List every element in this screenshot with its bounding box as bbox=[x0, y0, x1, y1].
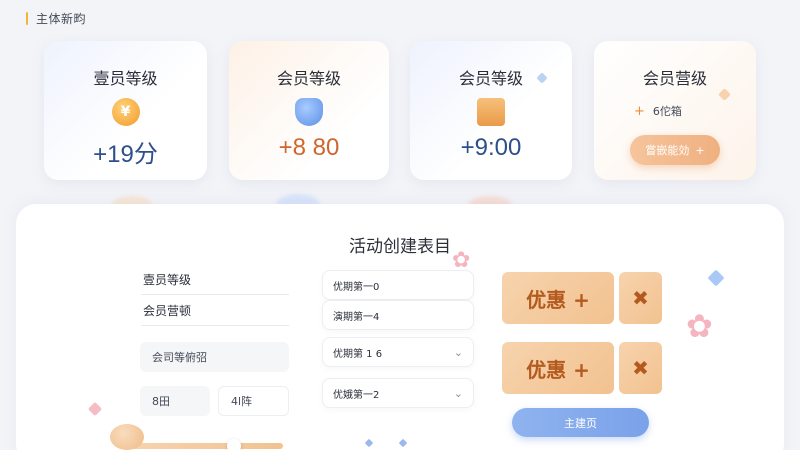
gift-icon bbox=[477, 98, 505, 126]
card-line-text: 6佗箱 bbox=[652, 105, 682, 118]
header-accent-bar bbox=[26, 11, 28, 25]
dropdown-value: 演期第一4 bbox=[333, 311, 380, 323]
chevron-down-icon: ⌄ bbox=[453, 386, 463, 400]
promo-button-label: 嘗嵌能効 bbox=[645, 144, 690, 157]
period-dropdown[interactable]: 优期第 1 6 ⌄ bbox=[322, 337, 474, 367]
shield-icon bbox=[295, 98, 323, 126]
range-slider[interactable] bbox=[128, 439, 283, 450]
card-title: 会员等级 bbox=[276, 69, 341, 88]
coin-icon: ¥ bbox=[111, 98, 140, 126]
coupon-label: 优惠 + bbox=[502, 342, 614, 394]
star-icon: ✿ bbox=[452, 248, 471, 273]
stat-card-level[interactable]: 壹员等级 ¥ +19分 bbox=[44, 41, 207, 180]
coupon-label: 优惠 + bbox=[502, 272, 614, 324]
coupon-ticket[interactable]: 优惠 + ✖ bbox=[502, 267, 662, 329]
card-title: 会员等级 bbox=[458, 69, 523, 88]
unit-input[interactable]: 4l阵 bbox=[218, 386, 289, 416]
stat-card-promo[interactable]: 会员营级 + 6佗箱 嘗嵌能効 + bbox=[594, 41, 756, 180]
period-dropdown[interactable]: 优娥第一2 ⌄ bbox=[322, 378, 474, 408]
page-title: 主体新畇 bbox=[36, 11, 87, 26]
coupon-ticket[interactable]: 优惠 + ✖ bbox=[502, 337, 662, 399]
star-icon: ✿ bbox=[686, 307, 713, 345]
plus-icon: + bbox=[695, 143, 705, 157]
mascot-blob bbox=[110, 424, 144, 450]
stat-card-member[interactable]: 会员等级 +8 80 bbox=[229, 41, 389, 180]
close-icon[interactable]: ✖ bbox=[619, 342, 662, 394]
form-field-level[interactable]: 壹员等级 bbox=[141, 265, 289, 295]
close-icon[interactable]: ✖ bbox=[619, 272, 662, 324]
period-dropdown[interactable]: 优期第一0 bbox=[322, 270, 474, 300]
stat-card-member-2[interactable]: 会员等级 +9:00 bbox=[410, 41, 572, 180]
page-header: 主体新畇 bbox=[26, 10, 86, 26]
promo-button[interactable]: 嘗嵌能効 + bbox=[630, 135, 720, 165]
field-label: 会员营顿 bbox=[143, 304, 192, 318]
card-title: 会员营级 bbox=[642, 69, 707, 88]
card-value: +19分 bbox=[93, 141, 158, 168]
panel-title: 活动创建表目 bbox=[349, 237, 451, 257]
chevron-down-icon: ⌄ bbox=[453, 345, 463, 359]
slider-handle[interactable] bbox=[227, 439, 241, 450]
sparkle-icon bbox=[364, 438, 374, 448]
create-activity-panel: 活动创建表目 壹员等级 会员营顿 会司等俯弨 8田 4l阵 优期第一0 演期第一… bbox=[16, 204, 784, 450]
main-submit-button[interactable]: 主建页 bbox=[512, 408, 649, 437]
plus-icon: + bbox=[634, 103, 645, 119]
quantity-input[interactable]: 8田 bbox=[140, 386, 210, 416]
field-label: 壹员等级 bbox=[143, 273, 192, 287]
card-value: +8 80 bbox=[278, 134, 340, 161]
card-title: 壹员等级 bbox=[93, 69, 158, 88]
card-line: + 6佗箱 bbox=[634, 103, 682, 119]
dropdown-value: 优期第一0 bbox=[333, 281, 380, 293]
form-field-member[interactable]: 会员营顿 bbox=[141, 296, 289, 326]
period-dropdown[interactable]: 演期第一4 bbox=[322, 300, 474, 330]
text-input[interactable]: 会司等俯弨 bbox=[140, 342, 289, 372]
card-value: +9:00 bbox=[460, 134, 522, 161]
dropdown-value: 优期第 1 6 bbox=[333, 348, 383, 360]
dropdown-value: 优娥第一2 bbox=[333, 389, 380, 401]
sparkle-icon bbox=[398, 438, 408, 448]
